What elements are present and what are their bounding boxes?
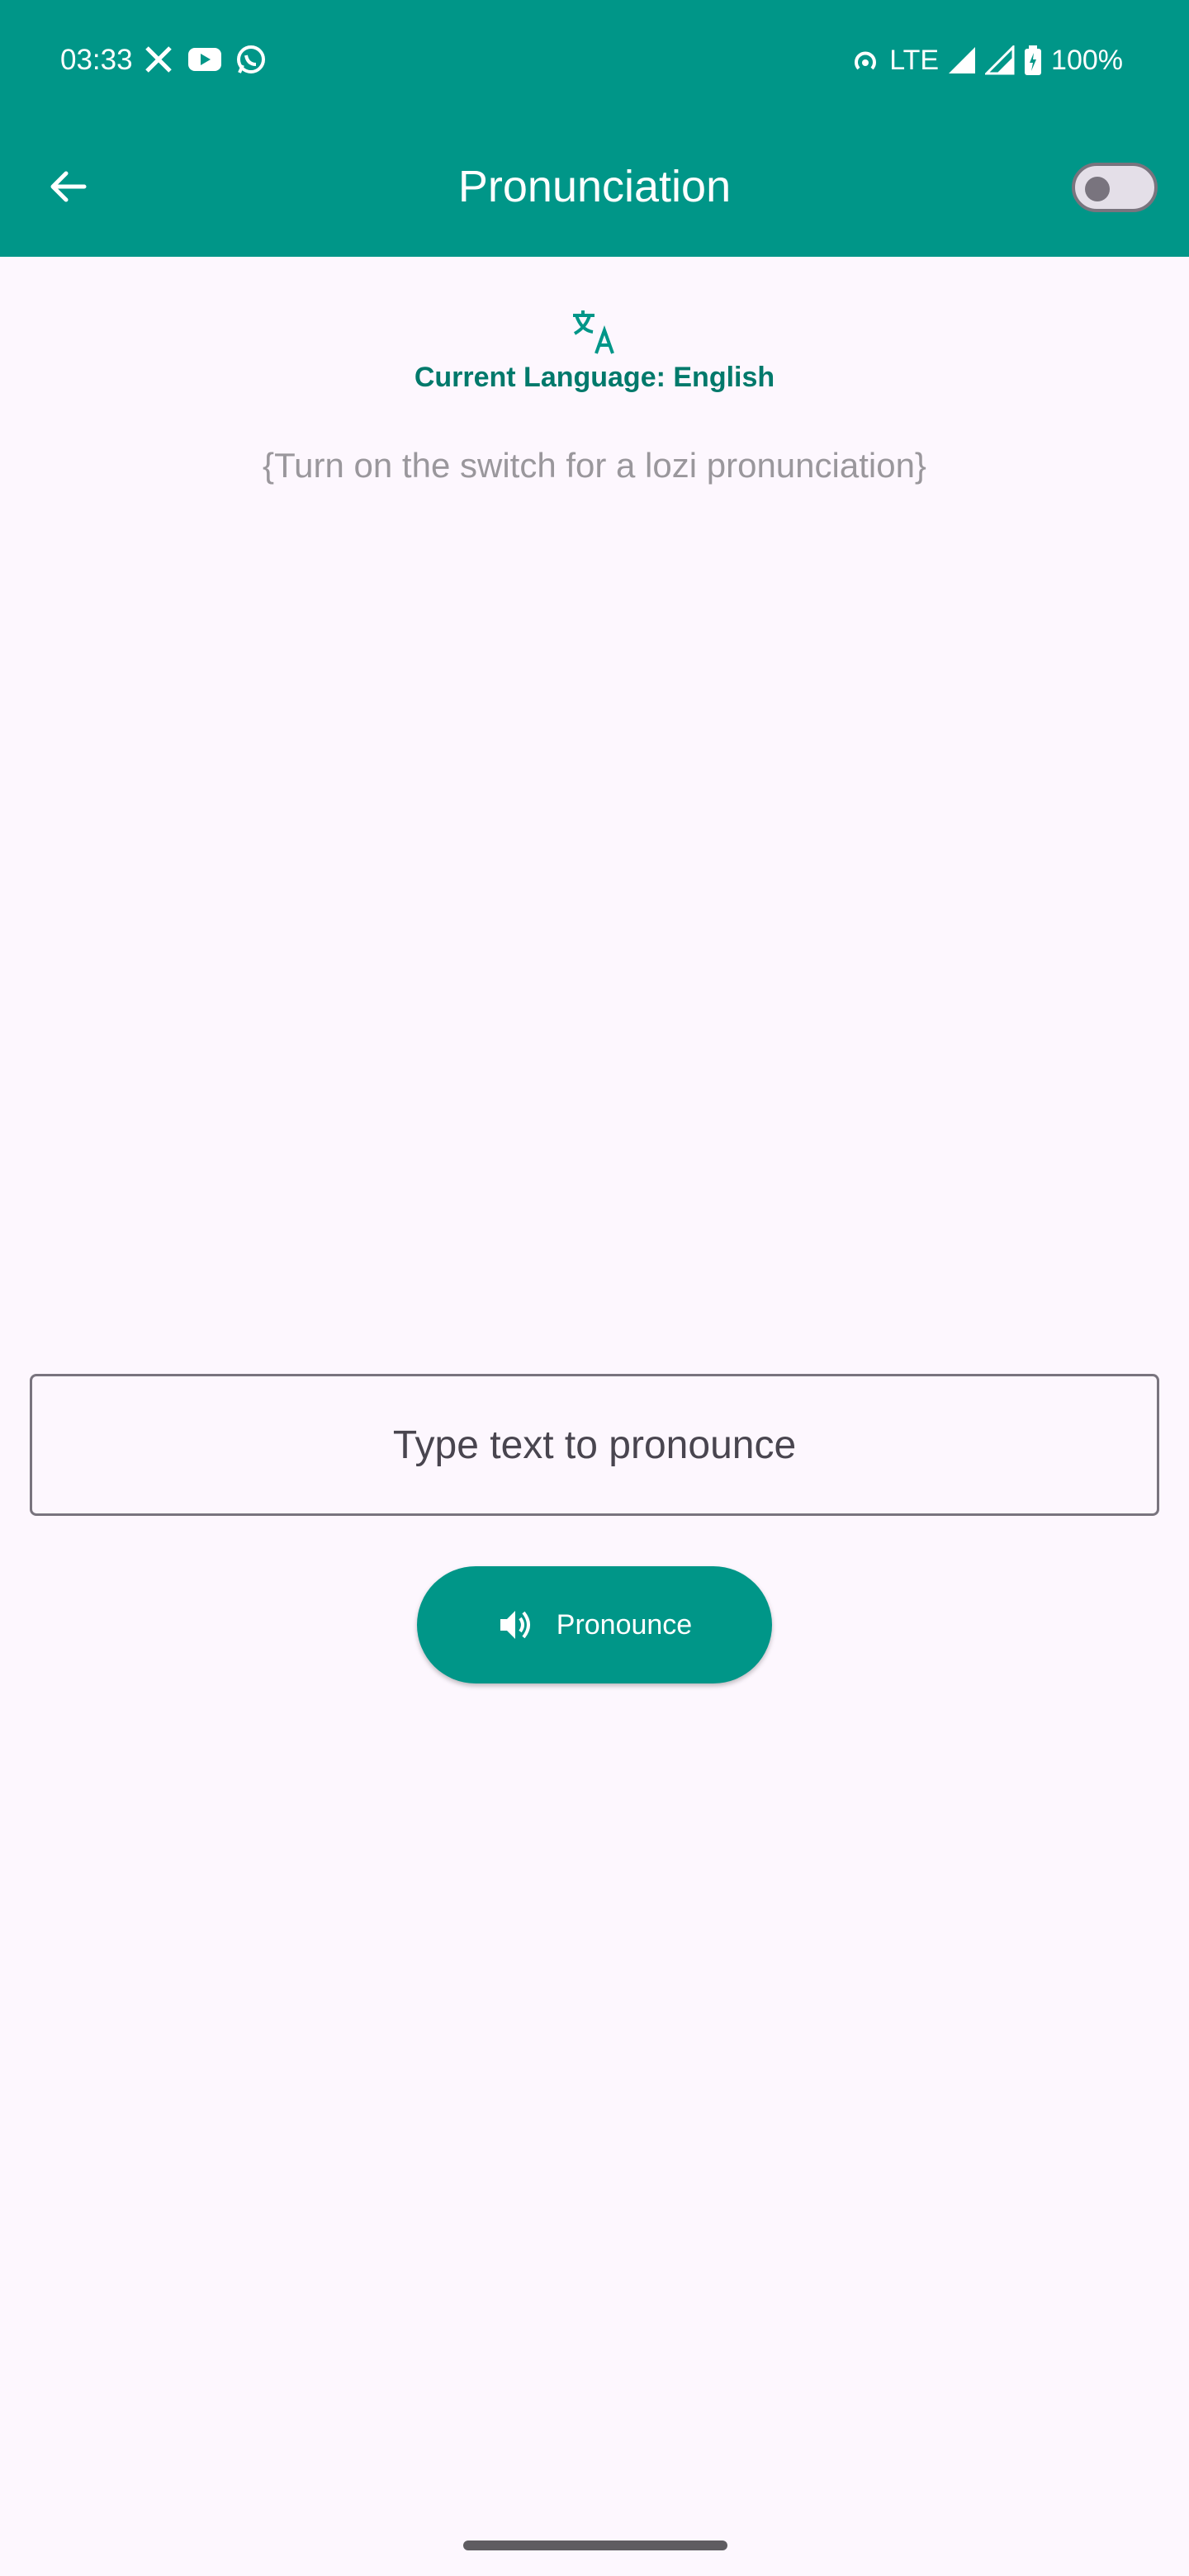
network-type: LTE [889,44,940,76]
notification-icons [142,43,268,76]
switch-thumb [1085,177,1110,201]
x-icon [145,46,172,73]
pronounce-button[interactable]: Pronounce [417,1566,772,1683]
lozi-pronunciation-switch[interactable] [1072,163,1158,212]
youtube-icon [188,48,221,71]
pronounce-button-label: Pronounce [556,1608,693,1641]
whatsapp-icon [237,45,265,73]
battery-icon [1025,45,1042,75]
volume-up-icon [500,1611,530,1639]
battery-level: 100% [1051,44,1123,76]
signal-icon [949,47,976,73]
home-indicator[interactable] [463,2540,727,2550]
status-time: 03:33 [60,44,133,76]
translate-icon [573,310,614,354]
pronunciation-hint: {Turn on the switch for a lozi pronuncia… [263,446,926,485]
page-title: Pronunciation [457,162,732,211]
current-language-label: Current Language: English [414,362,775,393]
hotspot-icon [855,51,877,70]
app-bar: 03:33 LTE 100% Pronunciation [0,0,1189,257]
signal-secondary-icon [985,45,1015,75]
status-right: LTE 100% [850,40,1123,81]
pronounce-text-input[interactable] [30,1374,1159,1516]
